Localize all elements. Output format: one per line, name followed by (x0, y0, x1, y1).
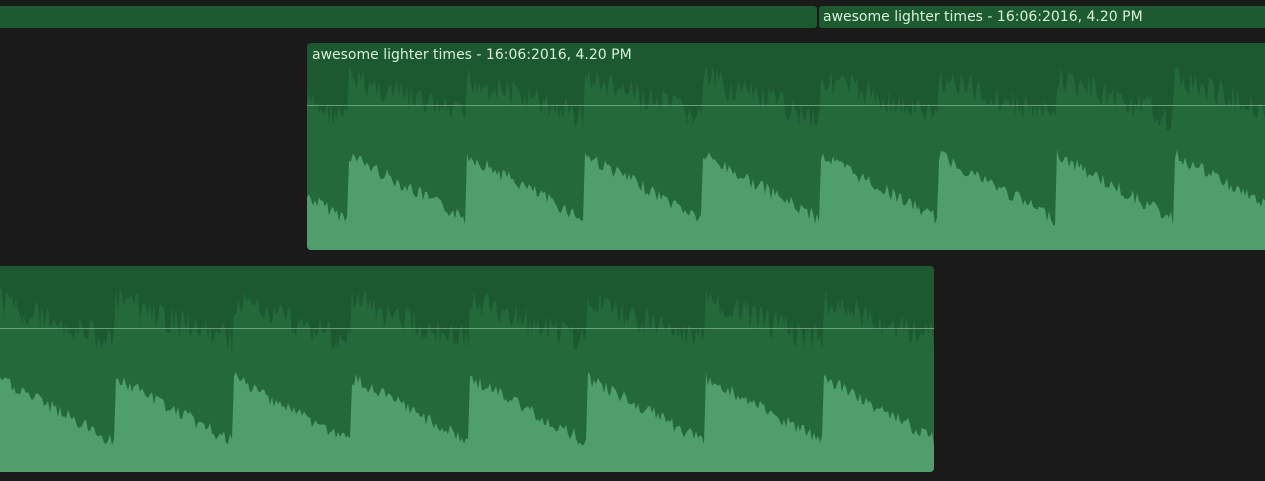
audio-waveform-main (307, 65, 1265, 250)
audio-waveform-lower (0, 287, 934, 472)
connected-clip-right[interactable]: awesome lighter times - 16:06:2016, 4.20… (819, 6, 1265, 28)
volume-level-line-main[interactable] (307, 105, 1265, 106)
timeline-area: awesome lighter times - 16:06:2016, 4.20… (0, 0, 1265, 481)
connected-clip-right-label: awesome lighter times - 16:06:2016, 4.20… (823, 9, 1143, 25)
audio-clip-lower[interactable] (0, 266, 934, 472)
connected-clip-left[interactable] (0, 6, 817, 28)
audio-clip-main[interactable]: awesome lighter times - 16:06:2016, 4.20… (307, 43, 1265, 250)
volume-level-line-lower[interactable] (0, 328, 934, 329)
audio-clip-main-title: awesome lighter times - 16:06:2016, 4.20… (312, 47, 632, 63)
